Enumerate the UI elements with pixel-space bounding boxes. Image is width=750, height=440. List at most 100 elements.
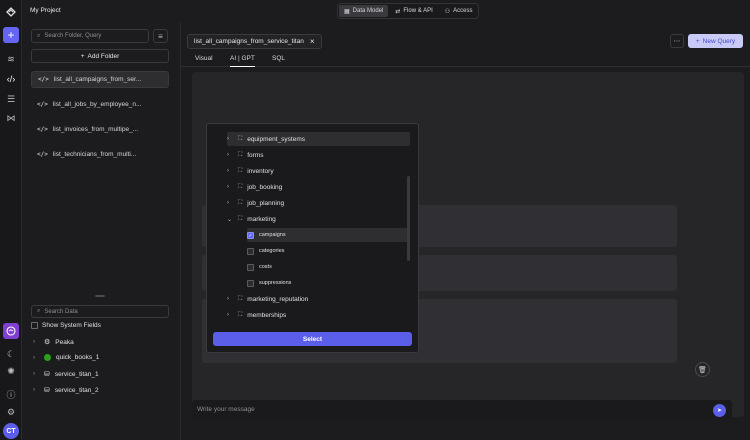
folder-tree-icon: ⛶ xyxy=(238,311,243,318)
tab-visual[interactable]: Visual xyxy=(195,55,213,67)
chevron-right-icon: › xyxy=(33,339,35,345)
chevron-right-icon: › xyxy=(33,387,35,393)
layers-icon[interactable]: ≋ xyxy=(3,51,19,67)
query-tab[interactable]: list_all_campaigns_from_service_titan × xyxy=(187,34,322,49)
tree-folder-row[interactable]: › ⛶ marketing_reputation xyxy=(227,292,410,306)
tab-data-model[interactable]: ▦ Data Model xyxy=(339,5,389,17)
project-name[interactable]: My Project xyxy=(30,7,61,14)
top-tabs: ▦ Data Model ⇄ Flow & API ⚇ Access xyxy=(337,3,480,19)
tree-folder-row[interactable]: › ⛶ memberships xyxy=(227,308,410,322)
code-icon: </> xyxy=(38,76,49,83)
database-icon: ⛁ xyxy=(44,371,50,378)
sort-icon: ≡ xyxy=(158,31,163,41)
tree-folder-row[interactable]: › ⛶ job_planning xyxy=(227,196,410,210)
chevron-right-icon: › xyxy=(227,200,229,206)
chevron-right-icon: › xyxy=(33,371,35,377)
checkbox[interactable] xyxy=(247,247,254,255)
folder-search-input[interactable]: ⌕ Search Folder, Query xyxy=(31,29,149,43)
code-icon: </> xyxy=(37,126,48,133)
chevron-right-icon: › xyxy=(227,136,229,142)
close-icon[interactable]: × xyxy=(310,37,315,46)
code-icon[interactable]: ‹/› xyxy=(3,71,19,87)
tab-flow-api[interactable]: ⇄ Flow & API xyxy=(390,5,437,17)
left-rail: + ≋ ‹/› ☰ ⋈ ☾ ✺ ⓘ ⚙ CT xyxy=(0,0,22,440)
peaka-icon: ⚙ xyxy=(44,339,51,346)
folder-tree-icon: ⛶ xyxy=(238,215,243,222)
sort-button[interactable]: ≡ xyxy=(153,29,168,43)
top-bar: My Project ▦ Data Model ⇄ Flow & API ⚇ A… xyxy=(22,0,750,22)
select-button[interactable]: Select xyxy=(213,332,412,346)
source-item[interactable]: › quick_books_1 xyxy=(33,354,99,361)
avatar[interactable]: CT xyxy=(3,423,19,439)
users-icon: ⚇ xyxy=(444,8,451,15)
chevron-right-icon: › xyxy=(227,312,229,318)
checkbox-checked[interactable]: ✓ xyxy=(247,231,254,239)
chevron-right-icon: › xyxy=(33,354,35,361)
search-icon: ⌕ xyxy=(37,308,41,314)
chevron-right-icon: › xyxy=(227,184,229,190)
flow-icon: ⇄ xyxy=(395,8,401,15)
send-button[interactable]: ➤ xyxy=(713,404,726,417)
panel-resize-handle[interactable] xyxy=(95,295,105,297)
query-item[interactable]: </> list_all_jobs_by_employee_n... xyxy=(31,96,169,113)
checkbox[interactable] xyxy=(247,279,254,287)
moon-icon[interactable]: ☾ xyxy=(3,346,19,362)
add-folder-button[interactable]: + Add Folder xyxy=(31,49,169,63)
tree-folder-row[interactable]: › ⛶ job_booking xyxy=(227,180,410,194)
quickbooks-icon xyxy=(44,354,51,361)
tree-scrollbar[interactable] xyxy=(407,176,410,261)
tab-ai-gpt[interactable]: AI | GPT xyxy=(230,55,255,67)
plus-icon: + xyxy=(80,52,85,60)
source-item[interactable]: › ⛁ service_titan_1 xyxy=(33,370,99,379)
list-icon[interactable]: ☰ xyxy=(3,91,19,107)
chat-assistant-icon[interactable] xyxy=(3,323,19,339)
message-input[interactable]: Write your message xyxy=(192,400,732,419)
tab-sql[interactable]: SQL xyxy=(272,55,285,67)
source-item[interactable]: › ⛁ service_titan_2 xyxy=(33,386,99,395)
trash-icon[interactable]: 🗑 xyxy=(695,362,710,377)
tree-folder-row[interactable]: › ⛶ forms xyxy=(227,148,410,162)
app-logo-icon[interactable] xyxy=(3,4,19,20)
sun-icon[interactable]: ✺ xyxy=(3,363,19,379)
tree-table-row[interactable]: costs xyxy=(247,260,410,274)
folder-tree-icon: ⛶ xyxy=(238,151,243,158)
tree-folder-row[interactable]: ⌄ ⛶ marketing xyxy=(227,212,410,226)
checkbox[interactable] xyxy=(247,263,254,271)
folder-tree-icon: ⛶ xyxy=(238,295,243,302)
tab-access[interactable]: ⚇ Access xyxy=(440,5,478,17)
more-options-button[interactable]: ⋯ xyxy=(670,34,684,48)
checkbox[interactable] xyxy=(31,322,38,329)
create-button[interactable]: + xyxy=(3,27,19,43)
tree-table-row[interactable]: suppressions xyxy=(247,276,410,290)
send-icon: ➤ xyxy=(716,408,723,414)
tree-folder-row[interactable]: › ⛶ equipment_systems xyxy=(227,132,410,146)
folder-tree-icon: ⛶ xyxy=(238,199,243,206)
tree-table-row[interactable]: ✓ campaigns xyxy=(247,228,410,242)
info-icon[interactable]: ⓘ xyxy=(3,386,19,402)
code-icon: </> xyxy=(37,101,48,108)
query-explorer: ⌕ Search Folder, Query ≡ + Add Folder </… xyxy=(23,22,179,440)
chevron-right-icon: › xyxy=(227,168,229,174)
code-icon: </> xyxy=(37,151,48,158)
data-search-input[interactable]: ⌕ Search Data xyxy=(31,305,169,318)
folder-tree-icon: ⛶ xyxy=(238,183,243,190)
share-icon[interactable]: ⋈ xyxy=(3,110,19,126)
table-picker-dropdown: › ⛶ equipment_systems › ⛶ forms › ⛶ inve… xyxy=(206,123,419,353)
settings-icon[interactable]: ⚙ xyxy=(3,404,19,420)
plus-icon: + xyxy=(695,37,700,45)
show-system-fields-toggle[interactable]: Show System Fields xyxy=(31,322,101,329)
query-item[interactable]: </> list_invoices_from_multipe_... xyxy=(31,121,169,138)
tree-table-row[interactable]: categories xyxy=(247,244,410,258)
chevron-right-icon: › xyxy=(227,152,229,158)
new-query-button[interactable]: + New Query xyxy=(688,34,743,48)
query-item[interactable]: </> list_technicians_from_multi... xyxy=(31,146,169,163)
more-icon: ⋯ xyxy=(673,38,681,45)
query-item[interactable]: </> list_all_campaigns_from_ser... xyxy=(31,71,169,88)
source-item[interactable]: › ⚙ Peaka xyxy=(33,338,74,347)
tree-folder-row[interactable]: › ⛶ inventory xyxy=(227,164,410,178)
search-icon: ⌕ xyxy=(37,32,41,39)
chevron-down-icon: ⌄ xyxy=(227,216,233,223)
query-mode-tabs: Visual AI | GPT SQL xyxy=(181,52,750,67)
folder-tree-icon: ⛶ xyxy=(238,167,243,174)
chevron-right-icon: › xyxy=(227,296,229,302)
